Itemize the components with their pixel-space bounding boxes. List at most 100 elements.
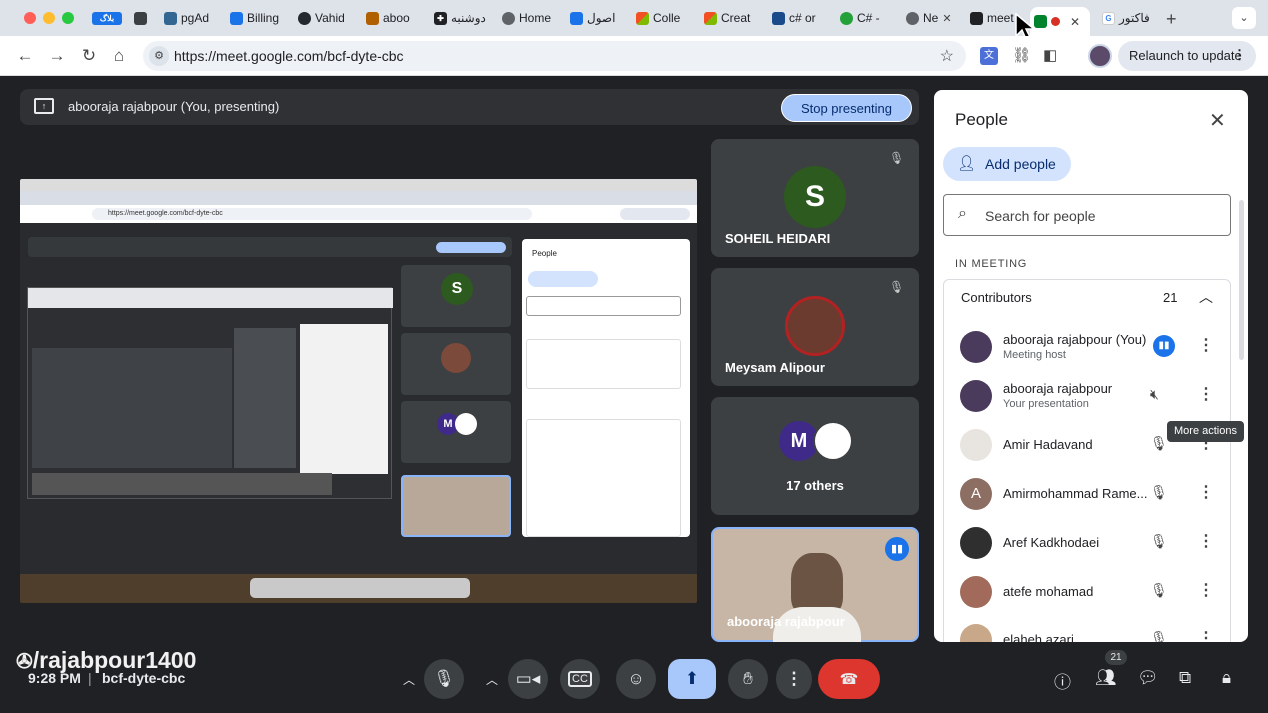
contributors-header[interactable]: Contributors 21 ︿ (943, 279, 1231, 315)
mic-off-icon: 🎙︎ (1150, 582, 1168, 598)
reactions-button[interactable]: ☺ (616, 659, 656, 699)
contributors-count: 21 (1163, 290, 1178, 305)
tab-label: فاکتور (1119, 11, 1150, 25)
mic-off-icon: 🎙︎ (1150, 435, 1168, 451)
meeting-code: bcf-dyte-cbc (102, 670, 186, 686)
more-menu-icon[interactable]: ⋮ (1233, 47, 1246, 63)
more-options-button[interactable]: ⋮ (776, 659, 812, 699)
site-info-icon[interactable]: ⚙ (149, 46, 169, 66)
more-actions-button[interactable]: ⋮ (1198, 531, 1214, 551)
present-button[interactable]: ⬆ (668, 659, 716, 699)
in-meeting-heading: IN MEETING (955, 258, 1028, 270)
browser-tab[interactable]: بلاگ (88, 7, 130, 29)
participant-row[interactable]: elaheh azari 🎙︎ ⋮ (960, 618, 1230, 642)
raise-hand-button[interactable]: ✋︎ (728, 659, 768, 699)
participant-row-name: abooraja rajabpour (1003, 381, 1113, 396)
back-button[interactable]: ← (14, 45, 36, 67)
browser-tab[interactable] (130, 7, 154, 29)
more-actions-button[interactable]: ⋮ (1198, 628, 1214, 642)
reload-button[interactable]: ↻ (78, 45, 100, 67)
activities-button[interactable]: ⧉ (1179, 668, 1191, 688)
browser-tab[interactable]: G فاکتور (1098, 7, 1160, 29)
browser-tab[interactable]: Colle (632, 7, 692, 29)
people-button[interactable]: 👥︎ (1095, 668, 1117, 688)
browser-tab[interactable]: Home (498, 7, 558, 29)
participant-row[interactable]: abooraja rajabpour (You) Meeting host ▮▮… (960, 325, 1230, 369)
browser-tab[interactable]: aboo (362, 7, 422, 29)
participant-tile[interactable]: M 17 others (711, 397, 919, 515)
host-controls-button[interactable]: 🔒︎ (1222, 668, 1231, 688)
participant-avatar (813, 421, 853, 461)
participant-row[interactable]: abooraja rajabpour Your presentation 🔇︎ … (960, 374, 1230, 418)
more-actions-button[interactable]: ⋮ (1198, 580, 1214, 600)
browser-tab[interactable]: Ne ✕ (902, 7, 960, 29)
browser-tab[interactable]: Vahid (294, 7, 356, 29)
hand-icon: ✋︎ (743, 669, 753, 688)
participant-name: Meysam Alipour (725, 360, 825, 375)
github-icon (298, 11, 311, 25)
lock-icon: 🔒︎ (1222, 668, 1232, 687)
people-title: People (955, 110, 1008, 129)
browser-tab[interactable]: Billing (226, 7, 286, 29)
maximize-window-button[interactable] (62, 12, 74, 24)
browser-tab[interactable]: ✚ دوشنبه (430, 7, 490, 29)
camera-icon: ▭◂ (515, 669, 541, 688)
camera-button[interactable]: ▭◂ (508, 659, 548, 699)
home-button[interactable]: ⌂ (108, 45, 130, 67)
chat-button[interactable]: 💬︎ (1137, 668, 1159, 688)
bookmark-star-icon[interactable]: ☆ (940, 46, 954, 66)
tab-favicon (906, 11, 919, 25)
relaunch-button[interactable]: Relaunch to update ⋮ (1118, 41, 1256, 71)
video-options-chevron[interactable]: ︿ (486, 671, 498, 688)
participant-row[interactable]: Aref Kadkhodaei 🎙︎ ⋮ (960, 521, 1230, 565)
relaunch-label: Relaunch to update (1129, 48, 1242, 63)
extension-icon[interactable]: ⛓ (1012, 46, 1031, 64)
browser-tab-active[interactable]: ✕ (1030, 7, 1090, 36)
more-actions-button[interactable]: ⋮ (1198, 384, 1214, 404)
participant-row[interactable]: atefe mohamad 🎙︎ ⋮ (960, 570, 1230, 614)
mirror-nested-screen (27, 287, 393, 499)
translate-icon[interactable]: 文 (980, 47, 998, 65)
self-view-tile[interactable]: ▮▮ abooraja rajabpour (711, 527, 919, 642)
more-actions-button[interactable]: ⋮ (1198, 482, 1214, 502)
participant-row-role: Your presentation (1003, 398, 1089, 410)
close-panel-button[interactable]: ✕ (1209, 108, 1226, 133)
browser-tab[interactable]: pgAd (160, 7, 220, 29)
more-actions-button[interactable]: ⋮ (1198, 335, 1214, 355)
new-tab-button[interactable]: + (1166, 9, 1177, 30)
microphone-button[interactable]: 🎙︎ (424, 659, 464, 699)
add-people-button[interactable]: 👤︎ Add people (943, 147, 1071, 181)
audio-options-chevron[interactable]: ︿ (403, 671, 415, 688)
participant-count-badge: 21 (1105, 650, 1127, 665)
meeting-details-button[interactable]: ⓘ (1054, 668, 1071, 693)
profile-avatar[interactable] (1088, 44, 1112, 68)
avatar (960, 527, 992, 559)
chevron-up-icon[interactable]: ︿ (1199, 287, 1213, 307)
panel-scrollbar[interactable] (1239, 200, 1244, 360)
mic-off-icon: 🎙︎ (1150, 630, 1168, 642)
browser-tab[interactable]: Creat (700, 7, 760, 29)
mic-off-icon: 🎙︎ (889, 151, 905, 165)
participant-tile[interactable]: S 🎙︎ SOHEIL HEIDARI (711, 139, 919, 257)
participant-tile[interactable]: 🎙︎ Meysam Alipour (711, 268, 919, 386)
tab-search-button[interactable]: ⌄ (1232, 7, 1256, 29)
meeting-time: 9:28 PM (28, 670, 81, 686)
mirror-self-tile (401, 475, 511, 537)
stop-presenting-button[interactable]: Stop presenting (781, 94, 912, 122)
close-tab-icon[interactable]: ✕ (942, 12, 951, 25)
leave-call-button[interactable]: ☎ (818, 659, 880, 699)
close-tab-icon[interactable]: ✕ (1070, 15, 1080, 29)
close-window-button[interactable] (24, 12, 36, 24)
search-people-field[interactable]: ⌕ Search for people (943, 194, 1231, 236)
extensions-puzzle-icon[interactable]: ◧ (1043, 46, 1057, 64)
participant-row[interactable]: A Amirmohammad Rame... 🎙︎ ⋮ (960, 472, 1230, 516)
address-bar[interactable]: ⚙ https://meet.google.com/bcf-dyte-cbc ☆ (143, 41, 966, 71)
browser-tab[interactable]: C# - (836, 7, 896, 29)
browser-tab[interactable]: اصول (566, 7, 626, 29)
minimize-window-button[interactable] (43, 12, 55, 24)
tab-label: Home (519, 11, 552, 25)
activities-icon: ⧉ (1179, 668, 1192, 687)
captions-button[interactable]: CC (560, 659, 600, 699)
browser-tab[interactable]: c# or (768, 7, 828, 29)
forward-button[interactable]: → (46, 45, 68, 67)
